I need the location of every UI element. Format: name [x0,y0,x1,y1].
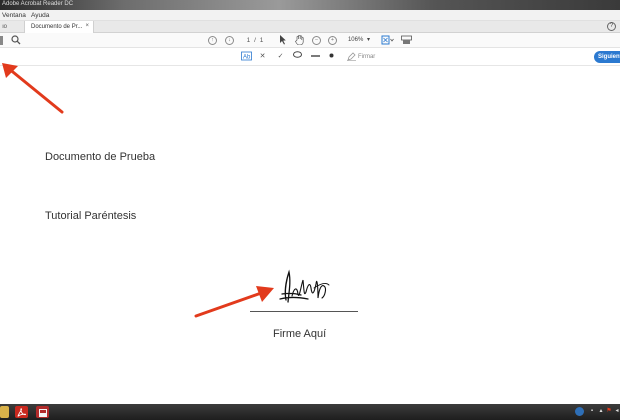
acrobat-taskbar-icon[interactable] [15,406,28,418]
tab-bar: Inicio Documento de Pr... × ? [0,21,620,33]
dot-icon[interactable] [327,51,335,63]
annotation-arrow-signature [194,286,274,318]
hand-icon[interactable] [294,34,304,46]
page-separator: / [254,37,256,44]
zoom-value: 106% [347,37,364,43]
sign-pen-icon [347,52,356,61]
line-icon[interactable] [310,51,320,63]
tab-home[interactable]: Inicio [2,21,24,33]
tray-app-icon[interactable] [575,407,584,416]
help-icon[interactable]: ? [607,22,616,31]
arrow-up-icon[interactable]: ↑ [208,36,217,45]
document-page [0,66,620,404]
page-total: 1 [259,37,264,44]
menu-item-ventana[interactable]: Ventana [2,12,26,19]
annotation-arrow-toolbar [2,63,64,114]
arrow-down-icon[interactable]: ↓ [225,36,234,45]
sign-button[interactable]: Firmar [347,51,379,63]
cross-icon[interactable]: ✕ [258,51,267,63]
ellipse-icon[interactable] [292,51,302,63]
tray-bell-icon[interactable]: ▪ [588,407,596,416]
fit-page-icon[interactable] [380,35,394,46]
svg-text:Ab: Ab [243,55,251,61]
handwritten-signature [279,269,330,303]
zoom-in-icon[interactable]: + [328,36,337,45]
menu-item-ayuda[interactable]: Ayuda [31,12,49,19]
keyboard-icon[interactable] [400,35,412,46]
zoom-caret-icon: ▾ [367,37,371,43]
tab-close-icon[interactable]: × [85,23,89,29]
main-toolbar: ↑ ↓ 1 / 1 − + 106% ▾ [0,33,620,48]
search-icon[interactable] [10,35,22,46]
page-indicator[interactable]: 1 / 1 [243,35,267,46]
next-button[interactable]: Siguiente [594,51,620,63]
tab-document-label: Documento de Pr... [31,24,83,30]
window-title: Adobe Acrobat Reader DC [2,1,74,7]
tray-volume-icon[interactable]: ◂ [613,407,620,416]
window-title-strip: Adobe Acrobat Reader DC [0,0,620,10]
check-icon[interactable]: ✓ [276,51,285,63]
tab-document[interactable]: Documento de Pr... × [24,21,94,33]
page-current[interactable]: 1 [247,37,251,44]
document-title-line: Documento de Prueba [45,151,156,163]
fill-sign-toolbar: Ab ✕ ✓ Firmar Siguiente [0,48,620,66]
presentation-taskbar-icon[interactable] [36,406,49,418]
file-explorer-icon[interactable] [0,406,9,418]
tray-flag-icon[interactable]: ⚑ [605,407,613,416]
sign-button-label: Firmar [357,54,376,60]
menu-bar: Ventana Ayuda [0,10,620,21]
taskbar: ▪ ▴ ⚑ ◂ [0,404,620,420]
zoom-out-icon[interactable]: − [312,36,321,45]
tab-home-label: Inicio [2,24,8,30]
sidebar-toggle-icon[interactable] [0,36,3,45]
select-cursor-icon[interactable] [278,35,287,46]
zoom-select[interactable]: 106% ▾ [347,35,371,46]
signature-caption: Firme Aquí [273,328,327,340]
text-field-icon[interactable]: Ab [241,51,252,63]
document-subtitle-line: Tutorial Paréntesis [45,210,137,222]
tray-network-icon[interactable]: ▴ [597,407,605,416]
